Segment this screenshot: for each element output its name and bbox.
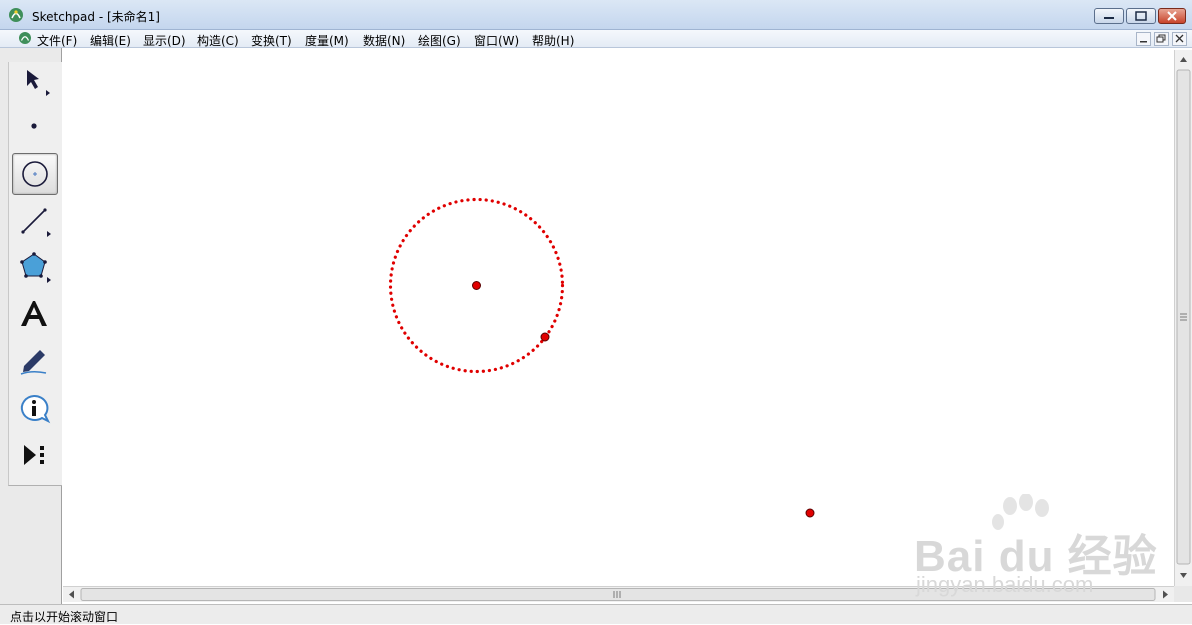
marker-pen-icon (20, 350, 47, 375)
circle-icon (22, 161, 48, 187)
point-tool[interactable] (12, 105, 58, 147)
menu-edit[interactable]: 编辑(E) (90, 32, 131, 49)
status-bar: 点击以开始滚动窗口 (0, 604, 1192, 624)
menu-graph[interactable]: 绘图(G) (418, 32, 461, 49)
text-tool[interactable] (12, 294, 58, 336)
menu-display[interactable]: 显示(D) (143, 32, 186, 49)
menu-help[interactable]: 帮助(H) (532, 32, 574, 49)
sketchpad-app-icon[interactable] (8, 7, 24, 23)
custom-tools[interactable] (12, 435, 58, 477)
scroll-down-icon[interactable] (1180, 573, 1187, 578)
polygon-tool[interactable] (12, 246, 58, 288)
straightedge-tool[interactable] (12, 200, 58, 242)
scroll-left-icon[interactable] (69, 590, 74, 599)
point-icon (31, 123, 37, 129)
doc-restore-button[interactable] (1154, 32, 1169, 46)
doc-minimize-button[interactable] (1136, 32, 1151, 46)
close-icon (1175, 34, 1184, 43)
free-point[interactable] (805, 508, 815, 518)
menu-transform[interactable]: 变换(T) (251, 32, 292, 49)
compass-circle-tool[interactable] (12, 153, 58, 195)
status-text: 点击以开始滚动窗口 (10, 610, 119, 624)
custom-tools-icon (24, 445, 44, 465)
window-title: Sketchpad - [未命名1] (32, 10, 160, 24)
text-a-icon (21, 301, 47, 326)
close-button[interactable] (1158, 8, 1186, 24)
scroll-up-icon[interactable] (1180, 57, 1187, 62)
menu-measure[interactable]: 度量(M) (305, 32, 349, 49)
info-icon (20, 394, 51, 424)
close-icon (1167, 11, 1177, 21)
restore-icon (1156, 34, 1166, 43)
point-on-circle[interactable] (540, 332, 550, 342)
doc-close-button[interactable] (1172, 32, 1187, 46)
segment-icon (21, 208, 51, 237)
maximize-button[interactable] (1126, 8, 1156, 24)
menu-window[interactable]: 窗口(W) (474, 32, 519, 49)
scroll-right-icon[interactable] (1163, 590, 1168, 599)
polygon-icon (20, 252, 51, 283)
restore-icon (1135, 11, 1147, 21)
menu-data[interactable]: 数据(N) (363, 32, 405, 49)
circle-center-point[interactable] (472, 281, 481, 290)
title-bar: Sketchpad - [未命名1] (0, 0, 1192, 30)
arrow-select-tool[interactable] (12, 60, 58, 102)
minimize-icon (1140, 41, 1147, 43)
scroll-corner (1174, 586, 1192, 602)
information-tool[interactable] (12, 388, 58, 430)
menu-file[interactable]: 文件(F) (37, 32, 77, 49)
document-icon[interactable] (18, 31, 32, 45)
marker-tool[interactable] (12, 340, 58, 382)
menu-construct[interactable]: 构造(C) (197, 32, 239, 49)
watermark-url: jingyan.baidu.com (916, 572, 1094, 597)
minimize-icon (1104, 17, 1114, 19)
vertical-scrollbar[interactable] (1174, 50, 1192, 586)
arrow-icon (27, 70, 50, 96)
minimize-button[interactable] (1094, 8, 1124, 24)
